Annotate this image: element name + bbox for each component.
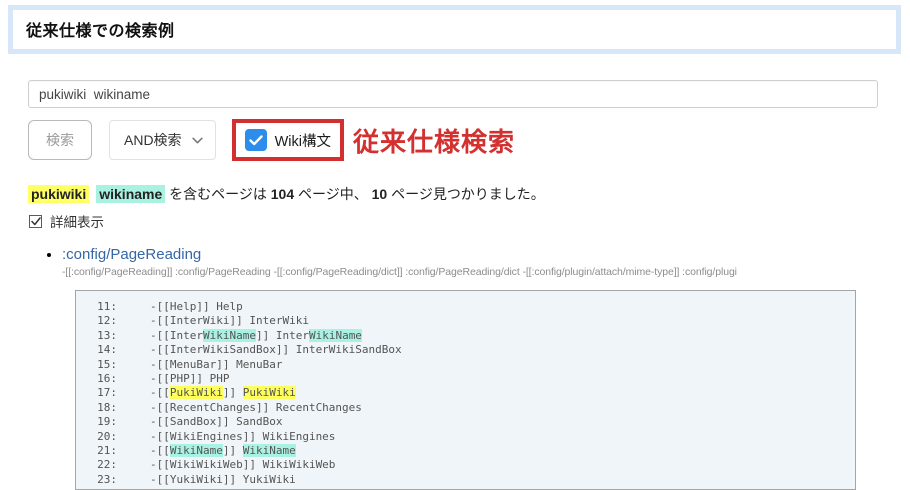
summary-text-2: ページ中、 bbox=[294, 186, 372, 202]
code-text: -[[SandBox]] SandBox bbox=[150, 415, 282, 428]
code-line: 20: -[[WikiEngines]] WikiEngines bbox=[89, 430, 855, 444]
line-number: 19: bbox=[89, 415, 117, 429]
line-number: 20: bbox=[89, 430, 117, 444]
code-text: -[[YukiWiki]] YukiWiki bbox=[150, 473, 296, 486]
code-text: -[[WikiWikiWeb]] WikiWikiWeb bbox=[150, 458, 335, 471]
legacy-search-annotation: 従来仕様検索 bbox=[353, 122, 515, 159]
result-excerpt: -[[:config/PageReading]] :config/PageRea… bbox=[62, 266, 880, 278]
code-line: 12: -[[InterWiki]] InterWiki bbox=[89, 314, 855, 328]
line-number: 17: bbox=[89, 386, 117, 400]
check-icon bbox=[31, 217, 41, 226]
code-block: 11: -[[Help]] Help 12: -[[InterWiki]] Inter… bbox=[75, 290, 856, 490]
line-number: 22: bbox=[89, 458, 117, 472]
result-page-link[interactable]: :config/PageReading bbox=[62, 246, 201, 263]
line-number: 13: bbox=[89, 329, 117, 343]
line-number: 14: bbox=[89, 343, 117, 357]
list-item: :config/PageReading -[[:config/PageReadi… bbox=[62, 246, 910, 278]
line-number: 11: bbox=[89, 300, 117, 314]
search-mode-select[interactable]: AND検索 bbox=[109, 120, 216, 160]
code-text: -[[MenuBar]] MenuBar bbox=[150, 358, 282, 371]
wiki-syntax-checkbox[interactable] bbox=[245, 129, 267, 151]
code-text: -[[WikiName]] WikiName bbox=[150, 444, 296, 457]
search-mode-value: AND検索 bbox=[124, 130, 182, 150]
search-result-summary: pukiwiki wikiname を含むページは 104 ページ中、 10 ペー… bbox=[28, 184, 910, 204]
code-text: -[[WikiEngines]] WikiEngines bbox=[150, 430, 335, 443]
search-term-2: wikiname bbox=[96, 185, 165, 203]
code-line: 19: -[[SandBox]] SandBox bbox=[89, 415, 855, 429]
total-page-count: 104 bbox=[271, 186, 294, 202]
code-line: 18: -[[RecentChanges]] RecentChanges bbox=[89, 401, 855, 415]
section-header: 従来仕様での検索例 bbox=[8, 5, 901, 54]
check-icon bbox=[249, 135, 263, 146]
summary-text-1: を含むページは bbox=[165, 186, 271, 202]
wiki-syntax-highlight-frame: Wiki構文 bbox=[232, 119, 344, 161]
code-text: -[[PHP]] PHP bbox=[150, 372, 229, 385]
code-text: -[[InterWiki]] InterWiki bbox=[150, 314, 309, 327]
line-number: 23: bbox=[89, 473, 117, 487]
line-number: 12: bbox=[89, 314, 117, 328]
line-number: 21: bbox=[89, 444, 117, 458]
search-controls: 検索 AND検索 Wiki構文 従来仕様検索 bbox=[28, 119, 910, 161]
code-line: 14: -[[InterWikiSandBox]] InterWikiSandBo… bbox=[89, 343, 855, 357]
code-line: 11: -[[Help]] Help bbox=[89, 300, 855, 314]
section-header-inner: 従来仕様での検索例 bbox=[13, 10, 896, 49]
code-text: -[[InterWikiName]] InterWikiName bbox=[150, 329, 362, 342]
code-line: 23: -[[YukiWiki]] YukiWiki bbox=[89, 473, 855, 487]
code-lines: 11: -[[Help]] Help 12: -[[InterWiki]] Inter… bbox=[89, 300, 855, 487]
line-number: 16: bbox=[89, 372, 117, 386]
found-page-count: 10 bbox=[372, 186, 388, 202]
search-button[interactable]: 検索 bbox=[28, 120, 92, 160]
line-number: 15: bbox=[89, 358, 117, 372]
code-text: -[[Help]] Help bbox=[150, 300, 243, 313]
chevron-down-icon bbox=[192, 137, 203, 144]
detail-display-checkbox[interactable] bbox=[29, 215, 42, 228]
detail-display-label: 詳細表示 bbox=[50, 211, 104, 231]
page-title: 従来仕様での検索例 bbox=[26, 23, 175, 40]
code-text: -[[RecentChanges]] RecentChanges bbox=[150, 401, 362, 414]
summary-text-3: ページ見つかりました。 bbox=[387, 186, 545, 202]
code-line: 21: -[[WikiName]] WikiName bbox=[89, 444, 855, 458]
code-text: -[[InterWikiSandBox]] InterWikiSandBox bbox=[150, 343, 402, 356]
code-text: -[[PukiWiki]] PukiWiki bbox=[150, 386, 296, 399]
code-line: 13: -[[InterWikiName]] InterWikiName bbox=[89, 329, 855, 343]
code-line: 17: -[[PukiWiki]] PukiWiki bbox=[89, 386, 855, 400]
code-line: 15: -[[MenuBar]] MenuBar bbox=[89, 358, 855, 372]
code-line: 22: -[[WikiWikiWeb]] WikiWikiWeb bbox=[89, 458, 855, 472]
search-input[interactable] bbox=[28, 80, 878, 108]
detail-display-row: 詳細表示 bbox=[29, 211, 910, 231]
code-line: 16: -[[PHP]] PHP bbox=[89, 372, 855, 386]
search-result-list: :config/PageReading -[[:config/PageReadi… bbox=[0, 246, 910, 278]
search-term-1: pukiwiki bbox=[28, 185, 89, 203]
line-number: 18: bbox=[89, 401, 117, 415]
wiki-syntax-label: Wiki構文 bbox=[275, 130, 331, 151]
